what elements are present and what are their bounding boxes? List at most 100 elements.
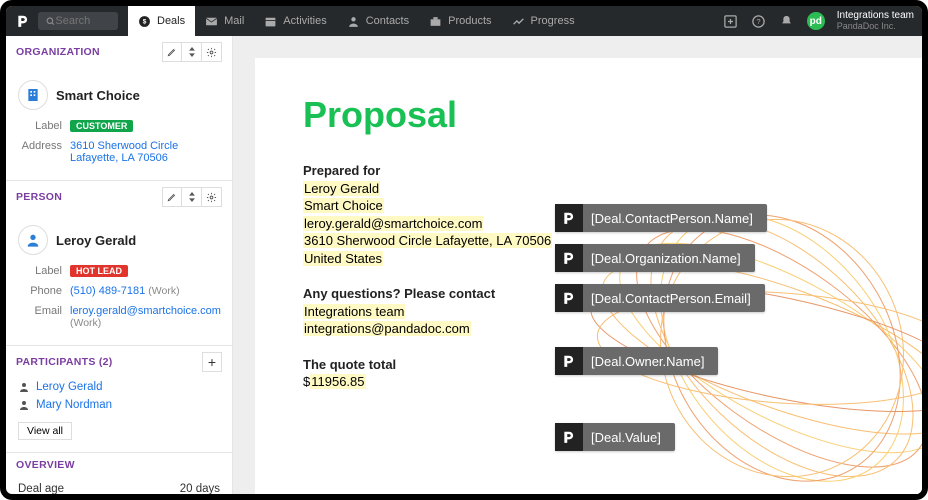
- panel-title: ORGANIZATION: [16, 46, 100, 58]
- overview-panel: OVERVIEW Deal age 20 days: [6, 453, 232, 494]
- user-avatar[interactable]: pd: [807, 12, 825, 30]
- participant-name: Leroy Gerald: [36, 381, 102, 393]
- svg-text:?: ?: [757, 17, 761, 26]
- deals-icon: $: [138, 15, 151, 28]
- nav-progress[interactable]: Progress: [502, 6, 585, 36]
- nav-activities[interactable]: Activities: [254, 6, 336, 36]
- settings-button[interactable]: [202, 187, 222, 207]
- field-label: Email: [18, 305, 62, 329]
- address-link[interactable]: 3610 Sherwood Circle Lafayette, LA 70506: [70, 140, 220, 164]
- prepared-for-country: United States: [303, 251, 383, 266]
- quote-total-value: 11956.85: [310, 374, 365, 389]
- edit-button[interactable]: [162, 42, 182, 62]
- pipedrive-tag-icon: [555, 284, 583, 312]
- nav-deals[interactable]: $ Deals: [128, 6, 195, 36]
- person-row[interactable]: Leroy Gerald: [18, 219, 220, 261]
- nav-label: Products: [448, 15, 491, 27]
- pipedrive-tag-icon: [555, 244, 583, 272]
- proposal-document: Proposal Prepared for Leroy Gerald Smart…: [255, 58, 922, 494]
- bell-icon[interactable]: [779, 13, 795, 29]
- person-name: Leroy Gerald: [56, 233, 136, 248]
- nav-products[interactable]: Products: [419, 6, 501, 36]
- nav-label: Deals: [157, 15, 185, 27]
- user-org: PandaDoc Inc.: [837, 22, 914, 31]
- participant-item[interactable]: Mary Nordman: [6, 396, 232, 414]
- participant-item[interactable]: Leroy Gerald: [6, 378, 232, 396]
- merge-tag[interactable]: [Deal.Owner.Name]: [555, 347, 718, 375]
- merge-tag-token: [Deal.Value]: [591, 430, 661, 445]
- user-info[interactable]: Integrations team PandaDoc Inc.: [837, 11, 914, 31]
- organization-name: Smart Choice: [56, 88, 140, 103]
- field-label: Label: [18, 120, 62, 132]
- prepared-for-org: Smart Choice: [303, 198, 384, 213]
- organization-row[interactable]: Smart Choice: [18, 74, 220, 116]
- progress-icon: [512, 15, 525, 28]
- settings-button[interactable]: [202, 42, 222, 62]
- prepared-for-label: Prepared for: [303, 162, 874, 180]
- document-title: Proposal: [303, 94, 874, 136]
- pipedrive-tag-icon: [555, 347, 583, 375]
- search-box[interactable]: [38, 12, 118, 30]
- questions-email: integrations@pandadoc.com: [303, 321, 471, 336]
- panel-title: PARTICIPANTS (2): [16, 356, 113, 368]
- merge-tag[interactable]: [Deal.ContactPerson.Name]: [555, 204, 767, 232]
- prepared-for-address: 3610 Sherwood Circle Lafayette, LA 70506: [303, 233, 552, 248]
- merge-tag-token: [Deal.ContactPerson.Email]: [591, 291, 751, 306]
- field-label: Label: [18, 265, 62, 277]
- search-input[interactable]: [55, 15, 110, 27]
- label-badge: HOT LEAD: [70, 265, 128, 277]
- merge-tag-token: [Deal.Owner.Name]: [591, 354, 704, 369]
- user-team: Integrations team: [837, 11, 914, 22]
- prepared-for-name: Leroy Gerald: [303, 181, 380, 196]
- add-icon[interactable]: [723, 13, 739, 29]
- phone-link[interactable]: (510) 489-7181: [70, 285, 145, 297]
- calendar-icon: [264, 15, 277, 28]
- merge-tag-token: [Deal.Organization.Name]: [591, 251, 741, 266]
- document-canvas: Proposal Prepared for Leroy Gerald Smart…: [233, 36, 922, 494]
- merge-tag[interactable]: [Deal.Value]: [555, 423, 675, 451]
- organization-panel: ORGANIZATION Smart Choice: [6, 36, 232, 181]
- merge-tag[interactable]: [Deal.ContactPerson.Email]: [555, 284, 765, 312]
- edit-button[interactable]: [162, 187, 182, 207]
- person-icon: [18, 399, 30, 411]
- participant-name: Mary Nordman: [36, 399, 112, 411]
- nav-contacts[interactable]: Contacts: [337, 6, 419, 36]
- prepared-for-email: leroy.gerald@smartchoice.com: [303, 216, 483, 231]
- participants-panel: PARTICIPANTS (2) + Leroy Gerald Mary Nor…: [6, 346, 232, 453]
- nav-label: Progress: [531, 15, 575, 27]
- sort-button[interactable]: [182, 187, 202, 207]
- svg-text:$: $: [143, 18, 147, 25]
- left-sidebar: ORGANIZATION Smart Choice: [6, 36, 233, 494]
- field-label: Address: [18, 140, 62, 164]
- top-bar: $ Deals Mail Activities Contacts Product…: [6, 6, 922, 36]
- nav-label: Activities: [283, 15, 326, 27]
- contacts-icon: [347, 15, 360, 28]
- field-label: Phone: [18, 285, 62, 297]
- deal-age-label: Deal age: [18, 483, 64, 494]
- help-icon[interactable]: ?: [751, 13, 767, 29]
- email-sub: (Work): [70, 317, 101, 329]
- nav-label: Contacts: [366, 15, 409, 27]
- person-icon: [18, 225, 48, 255]
- merge-tag-token: [Deal.ContactPerson.Name]: [591, 211, 753, 226]
- questions-owner: Integrations team: [303, 304, 405, 319]
- nav-mail[interactable]: Mail: [195, 6, 254, 36]
- pipedrive-logo-icon: [14, 12, 32, 30]
- label-badge: CUSTOMER: [70, 120, 133, 132]
- search-icon: [46, 16, 55, 27]
- mail-icon: [205, 15, 218, 28]
- pipedrive-tag-icon: [555, 423, 583, 451]
- building-icon: [18, 80, 48, 110]
- sort-button[interactable]: [182, 42, 202, 62]
- view-all-button[interactable]: View all: [18, 422, 72, 440]
- products-icon: [429, 15, 442, 28]
- panel-title: OVERVIEW: [16, 459, 75, 471]
- phone-sub: (Work): [148, 285, 179, 297]
- merge-tag[interactable]: [Deal.Organization.Name]: [555, 244, 755, 272]
- add-participant-button[interactable]: +: [202, 352, 222, 372]
- email-link[interactable]: leroy.gerald@smartchoice.com: [70, 305, 221, 317]
- nav-label: Mail: [224, 15, 244, 27]
- pipedrive-tag-icon: [555, 204, 583, 232]
- panel-title: PERSON: [16, 191, 62, 203]
- person-panel: PERSON Leroy Gerald Label: [6, 181, 232, 346]
